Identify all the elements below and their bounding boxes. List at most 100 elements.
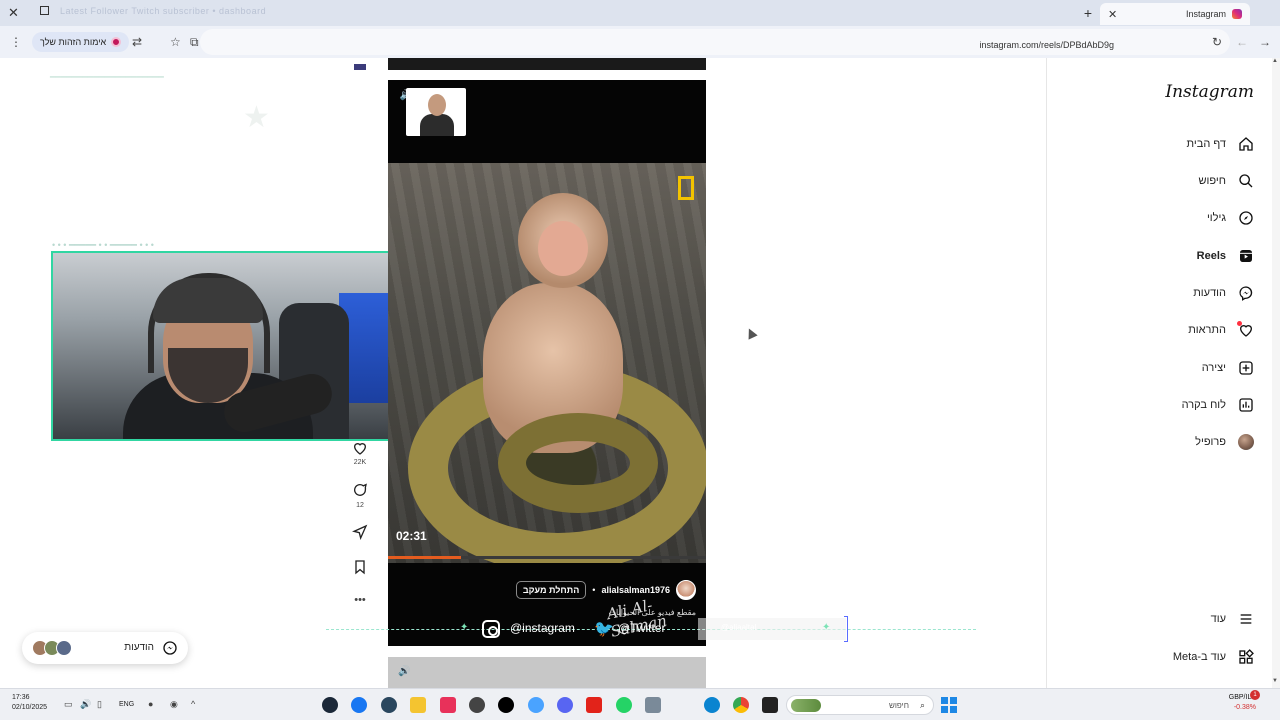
nav-item-more[interactable]: עוד bbox=[1046, 605, 1280, 633]
national-geographic-logo bbox=[678, 176, 694, 200]
window-close-icon[interactable]: ✕ bbox=[8, 5, 19, 21]
nav-item-profile[interactable]: פרופיל bbox=[1046, 428, 1280, 456]
facebook-app-icon[interactable] bbox=[351, 697, 367, 713]
screenshot-icon[interactable]: ⧉ bbox=[190, 35, 199, 50]
address-bar[interactable]: ☆ ⧉ instagram.com/reels/DPBdAbD9g bbox=[170, 29, 1230, 55]
reel-progress-fill bbox=[388, 556, 462, 559]
messages-pill[interactable]: הודעות bbox=[22, 632, 188, 664]
menu-kebab-icon[interactable]: ⋮ bbox=[10, 35, 22, 49]
window-restore-icon[interactable] bbox=[40, 6, 49, 15]
search-icon: ⌕ bbox=[919, 700, 925, 710]
instagram-logo[interactable]: Instagram bbox=[1165, 82, 1254, 102]
browser-tab-bar: ✕ Latest Follower Twitch subscriber • da… bbox=[0, 0, 1280, 26]
back-icon[interactable]: → bbox=[1259, 35, 1271, 49]
webcam-overlay bbox=[51, 251, 391, 441]
network-icon[interactable]: ▯ bbox=[97, 699, 102, 710]
mouse-cursor-icon bbox=[744, 326, 758, 340]
overlay-faint-text: Latest Follower Twitch subscriber • dash… bbox=[60, 6, 267, 16]
create-icon bbox=[1239, 361, 1253, 375]
calculator-app-icon[interactable] bbox=[645, 697, 661, 713]
edge-app-icon[interactable] bbox=[704, 697, 720, 713]
nav-item-create[interactable]: יצירה bbox=[1046, 354, 1280, 382]
nav-item-meta[interactable]: עוד ב-Meta bbox=[1046, 643, 1280, 671]
page-scrollbar[interactable] bbox=[1272, 58, 1280, 688]
nav-label: עוד bbox=[1210, 613, 1226, 625]
twitter-bird-icon: 🐦 bbox=[594, 621, 614, 638]
mic-tray-icon[interactable]: ● bbox=[148, 699, 153, 709]
windows-start-icon[interactable] bbox=[941, 697, 957, 713]
clock-time: 17:36 bbox=[12, 694, 30, 701]
identity-verification-chip[interactable]: אימות הזהות שלך bbox=[32, 32, 130, 52]
save-bookmark-icon[interactable] bbox=[352, 559, 368, 575]
share-icon[interactable] bbox=[352, 524, 368, 540]
search-placeholder: חיפוש bbox=[889, 701, 909, 710]
more-options-icon[interactable]: ••• bbox=[340, 594, 380, 606]
reel-progress-bar[interactable] bbox=[388, 556, 706, 559]
notification-dot bbox=[1237, 321, 1242, 326]
next-reel-volume-icon[interactable]: 🔊 bbox=[398, 666, 410, 677]
whatsapp-app-icon[interactable] bbox=[616, 697, 632, 713]
new-tab-button[interactable]: + bbox=[1084, 5, 1092, 21]
nav-item-reels[interactable]: Reels bbox=[1046, 242, 1280, 270]
tab-close-icon[interactable]: ✕ bbox=[1108, 8, 1117, 21]
steam-app-icon[interactable] bbox=[381, 697, 397, 713]
browser-toolbar: ⋮ אימות הזהות שלך ⇄ ☆ ⧉ instagram.com/re… bbox=[0, 26, 1280, 58]
clock-date: 02/10/2025 bbox=[12, 704, 48, 711]
file-explorer-icon[interactable] bbox=[410, 697, 426, 713]
reel-player[interactable]: 🔊 02:31 התחלת מעקב • alialsalman1976 مقط… bbox=[388, 80, 706, 646]
taskbar-search-input[interactable]: חיפוש ⌕ bbox=[786, 695, 934, 715]
system-clock[interactable]: 17:36 02/10/2025 bbox=[12, 693, 47, 713]
scroll-down-arrow-icon[interactable]: ▼ bbox=[1272, 678, 1278, 684]
tab-search-icon[interactable]: ⇄ bbox=[132, 35, 142, 49]
messages-label: הודעות bbox=[124, 642, 154, 653]
identity-chip-label: אימות הזהות שלך bbox=[40, 37, 107, 47]
home-icon bbox=[1239, 137, 1253, 151]
battery-icon[interactable]: ▭ bbox=[64, 699, 73, 710]
author-separator: • bbox=[592, 585, 596, 595]
browser-app-icon[interactable] bbox=[528, 697, 544, 713]
tiktok-app-icon[interactable] bbox=[498, 697, 514, 713]
dashboard-icon bbox=[1239, 398, 1253, 412]
windows-taskbar: 17:36 02/10/2025 ▭ 🔊 ▯ ENG ● ◉ ^ חיפוש ⌕… bbox=[0, 688, 1280, 720]
nav-item-search[interactable]: חיפוש bbox=[1046, 167, 1280, 195]
reels-icon bbox=[1240, 250, 1252, 262]
reel-timer: 02:31 bbox=[396, 529, 427, 543]
comments-count: 12 bbox=[356, 502, 364, 509]
like-heart-icon[interactable] bbox=[352, 440, 368, 456]
discord-app-icon[interactable] bbox=[557, 697, 573, 713]
nav-item-notifications[interactable]: התראות bbox=[1046, 316, 1280, 344]
stream-social-overlay: ✦ @instagram 🐦 @Twitter @aliaaltal ✦ bbox=[326, 614, 976, 644]
overlay-decoration: ━━━━━━━━━━━━━━━━━━━━━ bbox=[50, 72, 164, 82]
search-highlight-image bbox=[791, 699, 821, 712]
capcut-app-icon[interactable] bbox=[440, 697, 456, 713]
reload-icon[interactable]: ↻ bbox=[1212, 35, 1222, 49]
obs-app-icon[interactable] bbox=[469, 697, 485, 713]
nav-item-explore[interactable]: גילוי bbox=[1046, 204, 1280, 232]
browser-tab[interactable]: ✕ Instagram bbox=[1100, 3, 1250, 25]
webcam-frame-dots: • • • ━━━━━ • • ━━━━━ • • • bbox=[52, 240, 154, 250]
instagram-logo-icon bbox=[482, 620, 500, 638]
post-avatar-icon[interactable] bbox=[352, 62, 368, 78]
nav-item-dashboard[interactable]: לוח בקרה bbox=[1046, 391, 1280, 419]
chrome-app-icon[interactable] bbox=[733, 697, 749, 713]
tray-app-icon[interactable]: ◉ bbox=[170, 699, 178, 710]
nav-label: גילוי bbox=[1206, 212, 1226, 224]
bookmark-star-icon[interactable]: ☆ bbox=[170, 35, 181, 49]
terminal-app-icon[interactable] bbox=[762, 697, 778, 713]
input-language[interactable]: ENG bbox=[119, 701, 134, 708]
previous-reel-edge bbox=[388, 58, 706, 70]
tray-overflow-chevron-icon[interactable]: ^ bbox=[191, 699, 195, 709]
acrobat-app-icon[interactable] bbox=[586, 697, 602, 713]
instagram-sidebar: Instagram דף הבית חיפוש גילוי Reels הודע… bbox=[1046, 58, 1280, 688]
steam-app-icon[interactable] bbox=[322, 697, 338, 713]
nav-item-home[interactable]: דף הבית bbox=[1046, 130, 1280, 158]
next-reel-edge[interactable]: 🔊 bbox=[388, 657, 706, 688]
nav-item-messages[interactable]: הודעות bbox=[1046, 279, 1280, 307]
scroll-up-arrow-icon[interactable]: ▲ bbox=[1272, 58, 1278, 64]
reel-video-frame[interactable] bbox=[388, 163, 706, 563]
forward-icon[interactable]: ← bbox=[1236, 35, 1248, 49]
follow-button[interactable]: התחלת מעקב bbox=[515, 581, 587, 599]
volume-tray-icon[interactable]: 🔊 bbox=[80, 699, 91, 710]
comment-icon[interactable] bbox=[352, 482, 368, 498]
presenter-thumbnail bbox=[406, 88, 466, 136]
